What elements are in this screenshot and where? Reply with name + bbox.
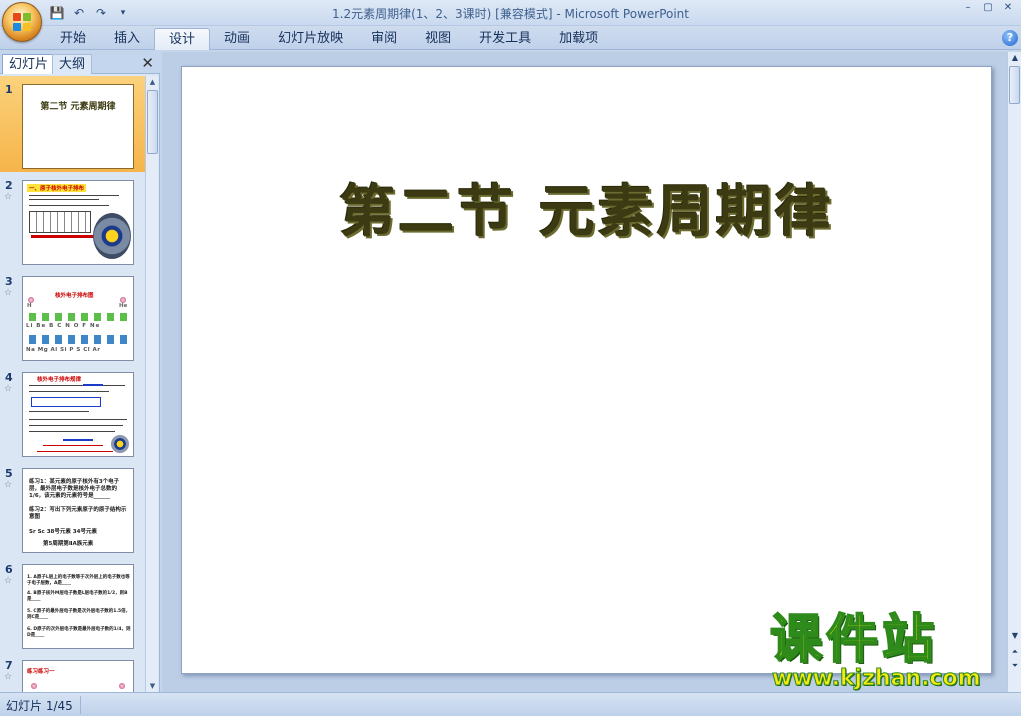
slide-thumbnail[interactable]: 1. A原子L层上的电子数等于次外层上的电子数也等于电子层数，A是____ 4.… [22,564,134,649]
tab-developer[interactable]: 开发工具 [465,28,545,50]
window-title: 1.2元素周期律(1、2、3课时) [兼容模式] - Microsoft Pow… [332,7,689,21]
thumbnail-text: 1. A原子L层上的电子数等于次外层上的电子数也等于电子层数，A是____ [27,575,130,586]
atom-icon [93,213,131,259]
scroll-up-icon[interactable]: ▲ [1009,52,1021,64]
ribbon-tab-bar: 开始 插入 设计 动画 幻灯片放映 审阅 视图 开发工具 加载项 ? [0,26,1021,50]
thumbnail-title: 一、原子核外电子排布 [27,184,87,192]
scrollbar-thumb[interactable] [147,90,158,154]
tab-insert[interactable]: 插入 [100,28,154,50]
tab-design[interactable]: 设计 [154,28,211,50]
slide-title[interactable]: 第二节 元素周期律 [182,167,991,248]
tab-home[interactable]: 开始 [46,28,100,50]
slide-thumbnail-row[interactable]: 2 ☆ 一、原子核外电子排布 [0,172,145,268]
status-bar: 幻灯片 1/45 [0,692,1021,716]
slide-thumbnail[interactable]: 第二节 元素周期律 [22,84,134,169]
minimize-button[interactable]: – [959,2,977,16]
thumbnail-text: Sr Sc 38号元素 34号元素 [29,529,97,535]
main-scrollbar[interactable]: ▲ ▼ ⏶ ⏷ [1007,52,1021,692]
scroll-down-icon[interactable]: ▼ [1009,630,1021,642]
slides-panel: 幻灯片 大纲 ✕ 1 第二节 元素周期律 2 ☆ 一、原子核外电子排布 3 ☆ … [0,52,160,692]
slide-number: 1 [5,83,13,96]
watermark-url: www.kjzhan.com [772,666,982,692]
thumbnail-title: 第二节 元素周期律 [40,102,116,112]
current-slide[interactable]: 第二节 元素周期律 [181,66,992,674]
slide-thumbnail-row[interactable]: 7 ☆ 练习练习一 [0,652,145,692]
next-slide-icon[interactable]: ⏷ [1009,660,1021,672]
thumbnail-title: 核外电子排布图 [55,293,94,299]
atom-dot-icon [31,683,37,689]
help-icon[interactable]: ? [1002,30,1018,46]
thumbnail-text: 练习2：写出下列元素原子的原子结构示意图 [29,507,127,520]
slide-thumbnail-row[interactable]: 1 第二节 元素周期律 [0,76,145,172]
office-logo-icon [13,13,32,32]
previous-slide-icon[interactable]: ⏶ [1009,646,1021,658]
element-row: Li Be B C N O F Ne [26,323,101,329]
thumbnail-title: 练习练习一 [27,669,55,675]
tab-animations[interactable]: 动画 [210,28,264,50]
slide-number: 7 [5,659,13,672]
maximize-button[interactable]: ▢ [979,2,997,16]
slide-thumbnail[interactable]: 核外电子排布图 H He Li Be B C N O F Ne Na Mg Al… [22,276,134,361]
ribbon-tabs: 开始 插入 设计 动画 幻灯片放映 审阅 视图 开发工具 加载项 [46,28,612,50]
tab-slides[interactable]: 幻灯片 [2,54,56,74]
slide-thumbnail-row[interactable]: 6 ☆ 1. A原子L层上的电子数等于次外层上的电子数也等于电子层数，A是___… [0,556,145,652]
thumbnail-scrollbar[interactable]: ▲ ▼ [145,76,158,692]
window-controls: – ▢ ✕ [959,2,1017,16]
panel-tabs: 幻灯片 大纲 ✕ [0,52,160,74]
element-label: H [27,303,32,309]
thumbnail-text: 6. D原子的次外层电子数是最外层电子数的1/4，则D是____ [27,627,131,638]
atom-dot-icon [120,297,126,303]
slide-thumbnail[interactable]: 核外电子排布规律 [22,372,134,457]
slide-thumbnail-row[interactable]: 5 ☆ 练习1：某元素的原子核外有3个电子层，最外层电子数是核外电子总数的1/6… [0,460,145,556]
scroll-down-icon[interactable]: ▼ [147,680,158,692]
tab-review[interactable]: 审阅 [357,28,411,50]
animation-icon: ☆ [4,672,13,682]
atom-dot-icon [28,297,34,303]
slide-number: 5 [5,467,13,480]
status-divider [80,696,81,714]
tab-slideshow[interactable]: 幻灯片放映 [264,28,357,50]
atom-icon [111,435,129,453]
atom-dot-icon [119,683,125,689]
element-row: Na Mg Al Si P S Cl Ar [26,347,101,353]
close-button[interactable]: ✕ [999,2,1017,16]
tab-addins[interactable]: 加载项 [545,28,612,50]
atom-row-icon [26,313,132,321]
scroll-up-icon[interactable]: ▲ [147,76,158,88]
slide-editing-area: 第二节 元素周期律 [162,52,1007,692]
thumbnail-title: 核外电子排布规律 [37,377,82,383]
scrollbar-thumb[interactable] [1009,66,1020,104]
watermark-logo: 课件站 [769,610,939,670]
animation-icon: ☆ [4,288,13,298]
slide-thumbnail-row[interactable]: 4 ☆ 核外电子排布规律 [0,364,145,460]
slide-number: 3 [5,275,13,288]
slide-thumbnail[interactable]: 练习1：某元素的原子核外有3个电子层，最外层电子数是核外电子总数的1/6，该元素… [22,468,134,553]
animation-icon: ☆ [4,384,13,394]
close-panel-icon[interactable]: ✕ [141,54,154,72]
slide-number: 2 [5,179,13,192]
slide-number: 4 [5,371,13,384]
slide-counter: 幻灯片 1/45 [6,699,73,713]
title-bar: 💾 ↶ ↷ ▾ 1.2元素周期律(1、2、3课时) [兼容模式] - Micro… [0,0,1021,42]
element-label: He [119,303,128,309]
slide-thumbnail-list: 1 第二节 元素周期律 2 ☆ 一、原子核外电子排布 3 ☆ 核外电子排布图 H… [0,76,145,692]
thumbnail-text: 第5周期第ⅡA族元素 [43,541,94,547]
thumbnail-text: 5. C原子的最外层电子数是次外层电子数的1.5倍，则C是____ [27,609,131,620]
animation-icon: ☆ [4,192,13,202]
atom-row-icon [26,335,132,344]
slide-thumbnail[interactable]: 一、原子核外电子排布 [22,180,134,265]
tab-outline[interactable]: 大纲 [52,54,93,74]
thumbnail-text: 4. B原子核外M层电子数是L层电子数的1/2，则B是____ [27,591,128,602]
slide-thumbnail[interactable]: 练习练习一 [22,660,134,692]
tab-view[interactable]: 视图 [411,28,465,50]
animation-icon: ☆ [4,480,13,490]
powerpoint-window: 💾 ↶ ↷ ▾ 1.2元素周期律(1、2、3课时) [兼容模式] - Micro… [0,0,1021,716]
slide-number: 6 [5,563,13,576]
office-button[interactable] [2,2,42,42]
animation-icon: ☆ [4,576,13,586]
thumbnail-text: 练习1：某元素的原子核外有3个电子层，最外层电子数是核外电子总数的1/6，该元素… [29,479,120,499]
slide-thumbnail-row[interactable]: 3 ☆ 核外电子排布图 H He Li Be B C N O F Ne Na M… [0,268,145,364]
